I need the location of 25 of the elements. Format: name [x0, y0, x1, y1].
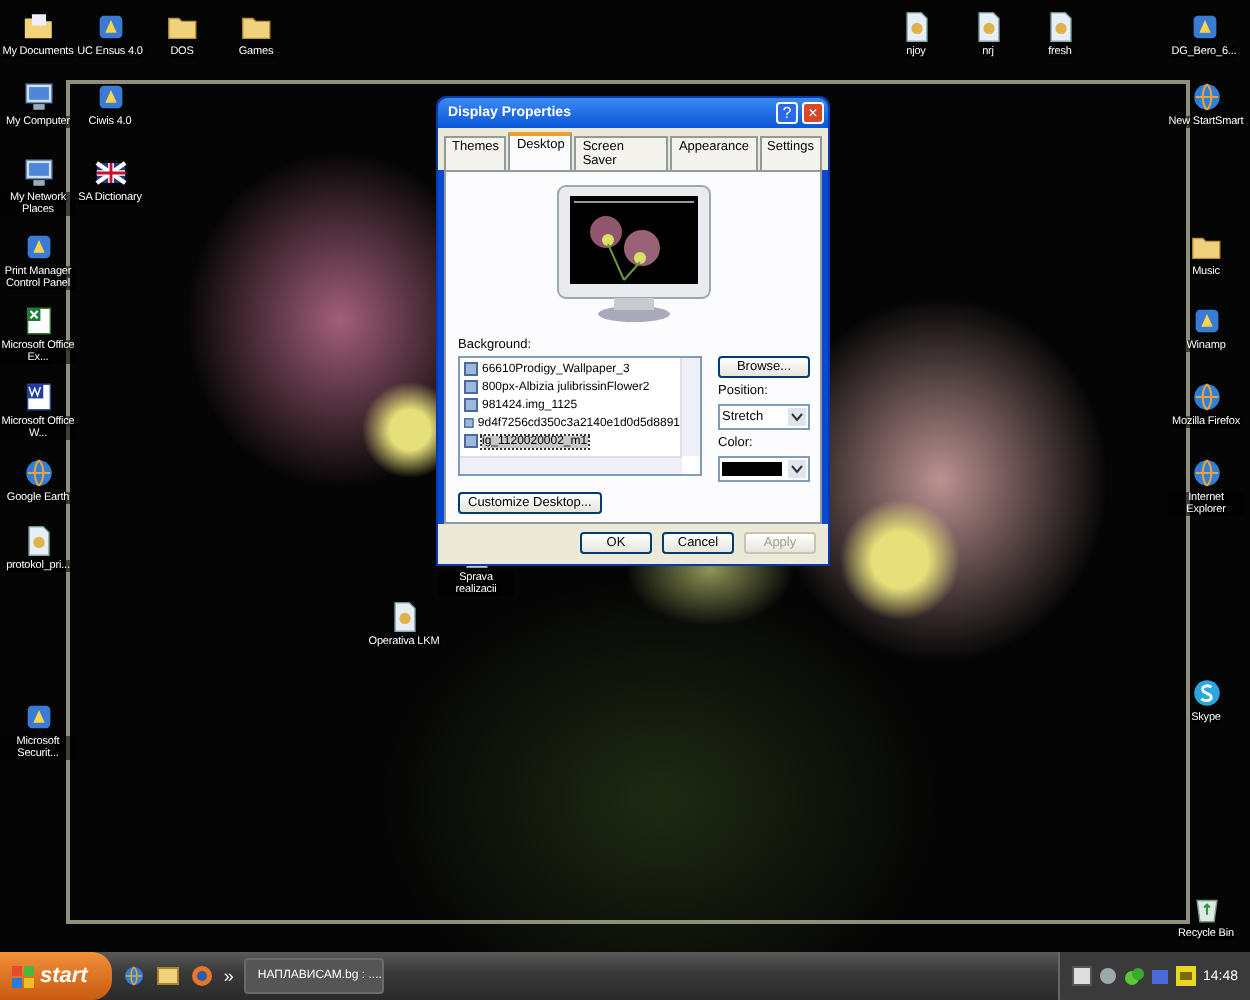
caret-icon [788, 408, 806, 426]
globe-icon [1189, 380, 1223, 414]
globe-icon[interactable] [121, 964, 146, 988]
keyboard-layout-icon[interactable] [1176, 966, 1197, 986]
globe-icon [21, 456, 55, 490]
folder-icon [21, 10, 55, 44]
caret-icon [788, 460, 806, 478]
chat-bubble-icon [1189, 676, 1223, 710]
color-dropdown[interactable] [718, 456, 810, 482]
computer-icon [21, 156, 55, 190]
text-document-icon [21, 380, 55, 414]
folder-icon[interactable] [155, 964, 180, 988]
globe-icon [1189, 456, 1223, 490]
spreadsheet-icon [21, 304, 55, 338]
globe-icon [1189, 80, 1223, 114]
flag-icon [93, 156, 127, 190]
close-button[interactable]: × [802, 102, 824, 124]
people-icon[interactable] [1124, 966, 1145, 986]
vertical-scrollbar[interactable] [680, 358, 700, 456]
computer-icon [21, 80, 55, 114]
help-button[interactable]: ? [776, 102, 798, 124]
horizontal-scrollbar[interactable] [460, 456, 682, 474]
browser-icon[interactable] [189, 964, 214, 988]
more-button[interactable]: » [223, 966, 234, 986]
windows-logo-icon [12, 965, 34, 987]
